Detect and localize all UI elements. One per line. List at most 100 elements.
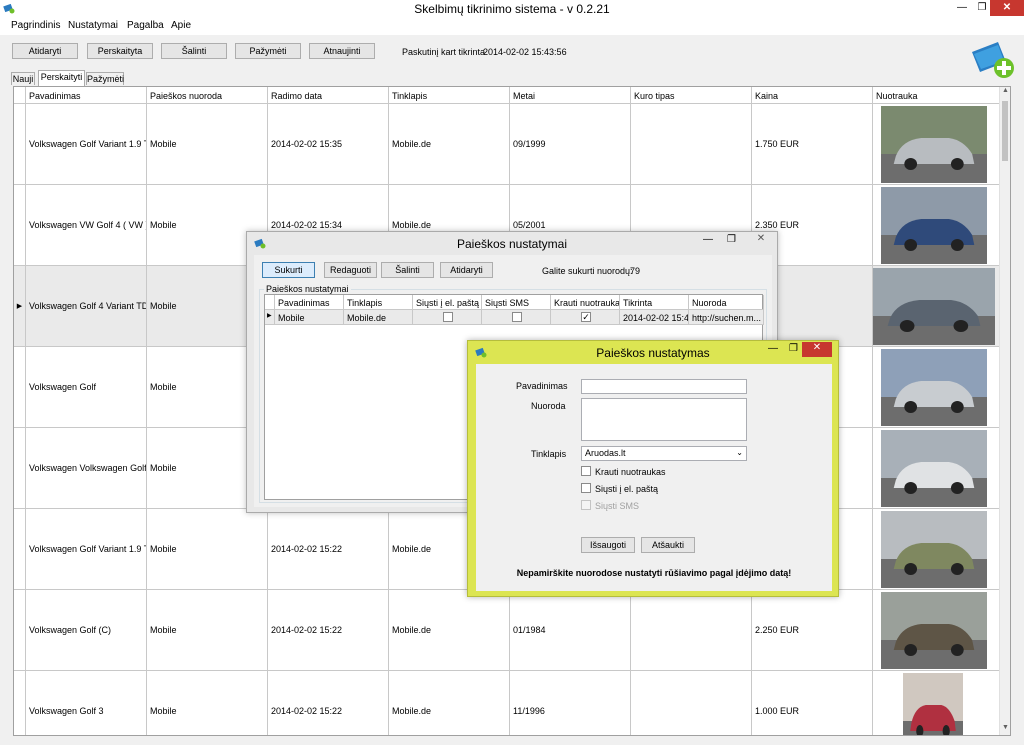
- email-checkbox[interactable]: [443, 312, 453, 322]
- cell-date[interactable]: 2014-02-02 15:22: [268, 509, 389, 590]
- menu-nustatymai[interactable]: Nustatymai: [68, 20, 118, 31]
- close-button[interactable]: ✕: [990, 0, 1024, 16]
- col-photos[interactable]: Krauti nuotraukas: [551, 295, 620, 310]
- sms-checkbox[interactable]: [512, 312, 522, 322]
- edit-button[interactable]: Redaguoti: [324, 262, 377, 278]
- search-row-name[interactable]: Mobile: [275, 310, 344, 325]
- cell-photo[interactable]: [873, 185, 1000, 266]
- row-header[interactable]: ▶: [14, 266, 26, 347]
- cell-photo[interactable]: [873, 671, 1000, 735]
- cell-year[interactable]: 11/1996: [510, 671, 631, 735]
- car-photo[interactable]: [873, 268, 995, 345]
- menu-pagrindinis[interactable]: Pagrindinis: [11, 20, 60, 31]
- row-header[interactable]: [14, 104, 26, 185]
- cell-search[interactable]: Mobile: [147, 104, 268, 185]
- row-header[interactable]: [14, 185, 26, 266]
- tab-flagged[interactable]: Pažymėti: [86, 72, 124, 85]
- row-header[interactable]: [14, 509, 26, 590]
- email-option-checkbox[interactable]: [581, 483, 591, 493]
- column-search[interactable]: Paieškos nuoroda: [147, 87, 268, 104]
- cell-search[interactable]: Mobile: [147, 671, 268, 735]
- row-header[interactable]: [14, 428, 26, 509]
- scroll-thumb[interactable]: [1002, 101, 1008, 161]
- table-row[interactable]: Volkswagen Golf (C) Mobile 2014-02-02 15:2…: [14, 590, 1000, 671]
- delete-button[interactable]: Šalinti: [161, 43, 227, 59]
- tab-read[interactable]: Perskaityti: [38, 70, 85, 86]
- photos-option-label[interactable]: Krauti nuotraukas: [595, 467, 666, 477]
- col-email[interactable]: Siųsti į el. paštą: [413, 295, 482, 310]
- cell-name[interactable]: Volkswagen Golf Variant 1.9 TDI: [26, 104, 147, 185]
- row-header[interactable]: [14, 671, 26, 735]
- cell-name[interactable]: Volkswagen Golf (C): [26, 590, 147, 671]
- cell-site[interactable]: Mobile.de: [389, 671, 510, 735]
- cell-name[interactable]: Volkswagen Volkswagen Golf V...: [26, 428, 147, 509]
- cell-name[interactable]: Volkswagen VW Golf 4 ( VW ): [26, 185, 147, 266]
- tab-new[interactable]: Nauji: [11, 72, 35, 85]
- save-button[interactable]: Išsaugoti: [581, 537, 635, 553]
- column-year[interactable]: Metai: [510, 87, 631, 104]
- cell-year[interactable]: 09/1999: [510, 104, 631, 185]
- cell-fuel[interactable]: [631, 104, 752, 185]
- photos-option-checkbox[interactable]: [581, 466, 591, 476]
- site-select[interactable]: Aruodas.lt ⌄: [581, 446, 747, 461]
- refresh-button[interactable]: Atnaujinti: [309, 43, 375, 59]
- cell-fuel[interactable]: [631, 590, 752, 671]
- search-row-site[interactable]: Mobile.de: [344, 310, 413, 325]
- car-photo[interactable]: [881, 430, 987, 507]
- column-site[interactable]: Tinklapis: [389, 87, 510, 104]
- url-textarea[interactable]: [581, 398, 747, 441]
- email-option-label[interactable]: Siųsti į el. paštą: [595, 484, 658, 494]
- column-price[interactable]: Kaina: [752, 87, 873, 104]
- column-photo[interactable]: Nuotrauka: [873, 87, 1000, 104]
- maximize-button[interactable]: ❐: [972, 0, 992, 16]
- search-row-photos-cell[interactable]: ✓: [551, 310, 620, 325]
- cell-fuel[interactable]: [631, 671, 752, 735]
- create-button[interactable]: Sukurti: [262, 262, 315, 278]
- row-header[interactable]: [14, 347, 26, 428]
- car-photo[interactable]: [881, 511, 987, 588]
- dialog-minimize-button[interactable]: —: [703, 234, 713, 245]
- flag-button[interactable]: Pažymėti: [235, 43, 301, 59]
- table-row[interactable]: Volkswagen Golf 3 Mobile 2014-02-02 15:22 M…: [14, 671, 1000, 735]
- column-name[interactable]: Pavadinimas: [26, 87, 147, 104]
- table-row[interactable]: Volkswagen Golf Variant 1.9 TDI Mobile 201…: [14, 104, 1000, 185]
- cell-name[interactable]: Volkswagen Golf 3: [26, 671, 147, 735]
- cell-photo[interactable]: [873, 266, 1000, 347]
- cell-site[interactable]: Mobile.de: [389, 590, 510, 671]
- cell-name[interactable]: Volkswagen Golf: [26, 347, 147, 428]
- cell-search[interactable]: Mobile: [147, 509, 268, 590]
- cell-photo[interactable]: [873, 347, 1000, 428]
- search-row-email-cell[interactable]: [413, 310, 482, 325]
- scroll-up-icon[interactable]: ▲: [1000, 87, 1010, 98]
- cell-name[interactable]: Volkswagen Golf 4 Variant TDI...: [26, 266, 147, 347]
- dialog-maximize-button[interactable]: ❐: [727, 234, 736, 245]
- cell-photo[interactable]: [873, 104, 1000, 185]
- car-photo[interactable]: [881, 187, 987, 264]
- cell-price[interactable]: 1.750 EUR: [752, 104, 873, 185]
- open-search-button[interactable]: Atidaryti: [440, 262, 493, 278]
- cell-date[interactable]: 2014-02-02 15:35: [268, 104, 389, 185]
- cell-price[interactable]: 1.000 EUR: [752, 671, 873, 735]
- open-button[interactable]: Atidaryti: [12, 43, 78, 59]
- car-photo[interactable]: [881, 349, 987, 426]
- col-url[interactable]: Nuoroda: [689, 295, 764, 310]
- mark-read-button[interactable]: Perskaityta: [87, 43, 153, 59]
- delete-search-button[interactable]: Šalinti: [381, 262, 434, 278]
- dialog-close-button[interactable]: ✕: [746, 233, 776, 247]
- cell-photo[interactable]: [873, 590, 1000, 671]
- cell-date[interactable]: 2014-02-02 15:22: [268, 671, 389, 735]
- menu-pagalba[interactable]: Pagalba: [127, 20, 164, 31]
- search-row-sms-cell[interactable]: [482, 310, 551, 325]
- col-site[interactable]: Tinklapis: [344, 295, 413, 310]
- vertical-scrollbar[interactable]: ▲ ▼: [999, 87, 1010, 735]
- column-fuel[interactable]: Kuro tipas: [631, 87, 752, 104]
- dialog2-close-button[interactable]: ✕: [802, 342, 832, 357]
- cancel-button[interactable]: Atšaukti: [641, 537, 695, 553]
- minimize-button[interactable]: —: [952, 0, 972, 16]
- column-date[interactable]: Radimo data: [268, 87, 389, 104]
- menu-apie[interactable]: Apie: [171, 20, 191, 31]
- col-sms[interactable]: Siųsti SMS: [482, 295, 551, 310]
- cell-year[interactable]: 01/1984: [510, 590, 631, 671]
- dialog2-minimize-button[interactable]: —: [768, 343, 778, 354]
- dialog2-maximize-button[interactable]: ❐: [789, 343, 798, 354]
